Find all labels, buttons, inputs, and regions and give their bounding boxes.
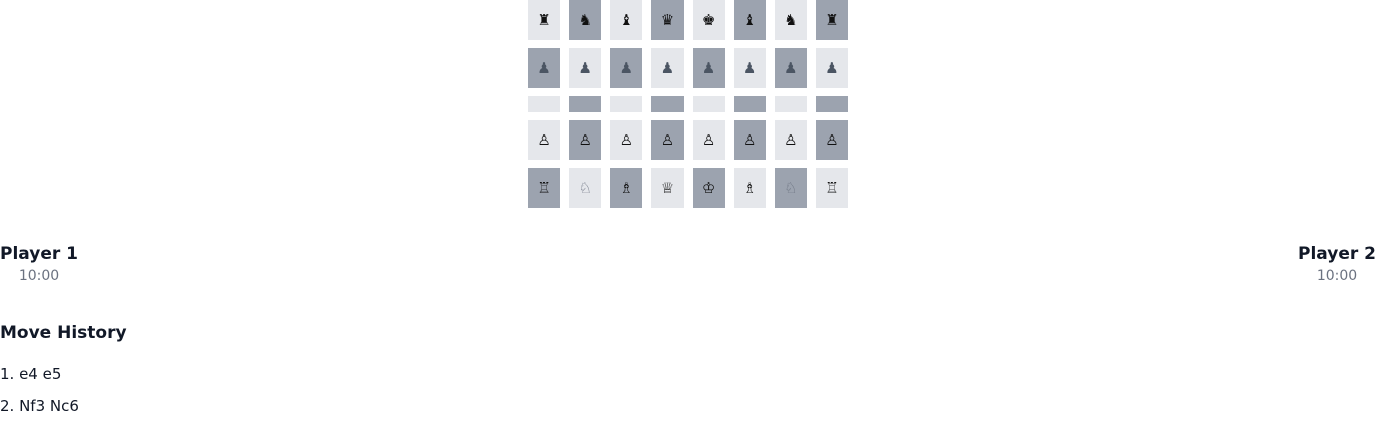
- board-square-with-piece[interactable]: ♙: [774, 120, 807, 160]
- move-history: Move History 1. e4 e5 2. Nf3 Nc6: [0, 322, 127, 428]
- board-square[interactable]: [733, 96, 766, 112]
- board-square-with-piece[interactable]: ♙: [733, 120, 766, 160]
- player-2-clock: 10:00: [1316, 268, 1358, 284]
- board-square-with-piece[interactable]: ♟: [692, 48, 725, 88]
- board-square-with-piece[interactable]: ♟: [651, 48, 684, 88]
- board-square-with-piece[interactable]: ♖: [815, 168, 848, 208]
- board-square-with-piece[interactable]: ♟: [815, 48, 848, 88]
- move-entry: 2. Nf3 Nc6: [0, 397, 79, 415]
- player-2-name: Player 2: [1298, 244, 1376, 264]
- move-list: 1. e4 e5 2. Nf3 Nc6: [0, 364, 127, 416]
- board-row: ♖ ♘ ♗ ♕ ♔ ♗ ♘ ♖: [528, 168, 848, 208]
- board-square-with-piece[interactable]: ♟: [774, 48, 807, 88]
- board-square-with-piece[interactable]: ♕: [651, 168, 684, 208]
- board-square-with-piece[interactable]: ♙: [815, 120, 848, 160]
- board-square-with-piece[interactable]: ♙: [569, 120, 602, 160]
- board-square-with-piece[interactable]: ♙: [528, 120, 561, 160]
- board-square[interactable]: [610, 96, 643, 112]
- board-square-with-piece[interactable]: ♟: [610, 48, 643, 88]
- board-square-with-piece[interactable]: ♜: [528, 0, 561, 40]
- board-square-with-piece[interactable]: ♝: [610, 0, 643, 40]
- board-square-with-piece[interactable]: ♙: [610, 120, 643, 160]
- player-1-panel: Player 1 10:00: [0, 243, 78, 284]
- board-square-with-piece[interactable]: ♞: [569, 0, 602, 40]
- board-square-with-piece[interactable]: ♝: [733, 0, 766, 40]
- board-square[interactable]: [528, 96, 561, 112]
- board-square-with-piece[interactable]: ♔: [692, 168, 725, 208]
- board-square-with-piece[interactable]: ♖: [528, 168, 561, 208]
- board-square-with-piece[interactable]: ♟: [733, 48, 766, 88]
- player-1-name: Player 1: [0, 244, 78, 264]
- board-square-with-piece[interactable]: ♗: [733, 168, 766, 208]
- board-square-with-piece[interactable]: ♛: [651, 0, 684, 40]
- board-square[interactable]: [815, 96, 848, 112]
- board-square-with-piece[interactable]: ♙: [692, 120, 725, 160]
- board-square-with-piece[interactable]: ♙: [651, 120, 684, 160]
- board-square-with-piece[interactable]: ♟: [569, 48, 602, 88]
- board-square-with-piece[interactable]: ♘: [774, 168, 807, 208]
- player-1-clock: 10:00: [18, 268, 60, 284]
- move-entry: 1. e4 e5: [0, 365, 62, 383]
- board-square[interactable]: [569, 96, 602, 112]
- board-square-with-piece[interactable]: ♞: [774, 0, 807, 40]
- board-square-with-piece[interactable]: ♟: [528, 48, 561, 88]
- board-row: ♙ ♙ ♙ ♙ ♙ ♙ ♙ ♙: [528, 120, 848, 160]
- board-square[interactable]: [774, 96, 807, 112]
- move-history-title: Move History: [0, 323, 127, 343]
- chess-board: ♜ ♞ ♝ ♛ ♚ ♝ ♞ ♜ ♟ ♟ ♟ ♟ ♟ ♟ ♟ ♟ ♙ ♙ ♙ ♙ ♙ ♙ ♙ ♙ ♖ ♘ ♗ ♕ ♔ ♗ ♘ ♖: [528, 0, 848, 216]
- board-row: ♜ ♞ ♝ ♛ ♚ ♝ ♞ ♜: [528, 0, 848, 40]
- board-square-with-piece[interactable]: ♜: [815, 0, 848, 40]
- board-square-with-piece[interactable]: ♗: [610, 168, 643, 208]
- board-row: ♟ ♟ ♟ ♟ ♟ ♟ ♟ ♟: [528, 48, 848, 88]
- board-square-with-piece[interactable]: ♚: [692, 0, 725, 40]
- board-square[interactable]: [692, 96, 725, 112]
- player-2-panel: Player 2 10:00: [1298, 243, 1376, 284]
- board-row: [528, 96, 848, 112]
- board-square[interactable]: [651, 96, 684, 112]
- board-square-with-piece[interactable]: ♘: [569, 168, 602, 208]
